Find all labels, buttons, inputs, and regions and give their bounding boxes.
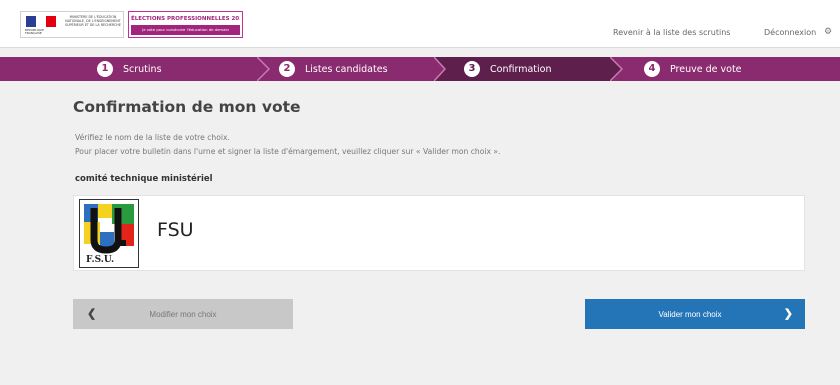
modify-choice-button[interactable]: ❮ Modifier mon choix [73,299,293,329]
ministry-name: MINISTÈRE DE L'ÉDUCATION NATIONALE, DE L… [65,15,121,27]
step-number: 1 [97,61,113,77]
modify-choice-label: Modifier mon choix [149,309,217,319]
fsu-logo: F.S.U. [79,199,139,268]
logout-link[interactable]: Déconnexion [764,28,816,37]
step-label: Confirmation [490,63,552,75]
selected-list-card: F.S.U. FSU [73,195,805,271]
progress-steps: 1 Scrutins 2 Listes candidates 3 Confirm… [0,57,840,81]
step-number: 2 [279,61,295,77]
fsu-logo-caption: F.S.U. [86,255,115,265]
selected-list-name: FSU [157,219,194,241]
step-separator-icon [257,57,271,81]
rf-logo-text: RÉPUBLIQUE FRANÇAISE [25,29,45,35]
instruction-text: Vérifiez le nom de la liste de votre cho… [75,133,230,142]
republique-francaise-logo: RÉPUBLIQUE FRANÇAISE MINISTÈRE DE L'ÉDUC… [20,11,124,38]
step-label: Scrutins [123,63,162,75]
step-scrutins: 1 Scrutins [97,57,162,81]
step-listes-candidates: 2 Listes candidates [279,57,388,81]
step-number: 4 [644,61,660,77]
ballot-section-label: comité technique ministériel [75,174,213,184]
step-separator-icon [610,57,624,81]
chevron-right-icon: ❯ [783,308,793,320]
french-flag-icon [26,16,56,27]
top-header: RÉPUBLIQUE FRANÇAISE MINISTÈRE DE L'ÉDUC… [0,0,840,48]
elections-logo-title: ÉLECTIONS PROFESSIONNELLES 2014 [131,16,240,22]
elections-logo: ÉLECTIONS PROFESSIONNELLES 2014 Je vote … [128,11,243,38]
validate-choice-button[interactable]: Valider mon choix ❯ [585,299,805,329]
page-title: Confirmation de mon vote [73,98,301,116]
gear-icon[interactable]: ⚙ [824,27,832,37]
step-separator-icon [434,57,447,81]
step-number: 3 [464,61,480,77]
validate-choice-label: Valider mon choix [658,309,722,319]
step-confirmation: 3 Confirmation [464,57,551,81]
step-label: Preuve de vote [670,63,742,75]
back-to-ballots-link[interactable]: Revenir à la liste des scrutins [613,28,730,37]
step-preuve-de-vote: 4 Preuve de vote [644,57,742,81]
instruction-text: Pour placer votre bulletin dans l'urne e… [75,147,501,156]
step-label: Listes candidates [305,63,388,75]
elections-logo-subtitle: Je vote pour construire l'éducation de d… [131,25,240,35]
